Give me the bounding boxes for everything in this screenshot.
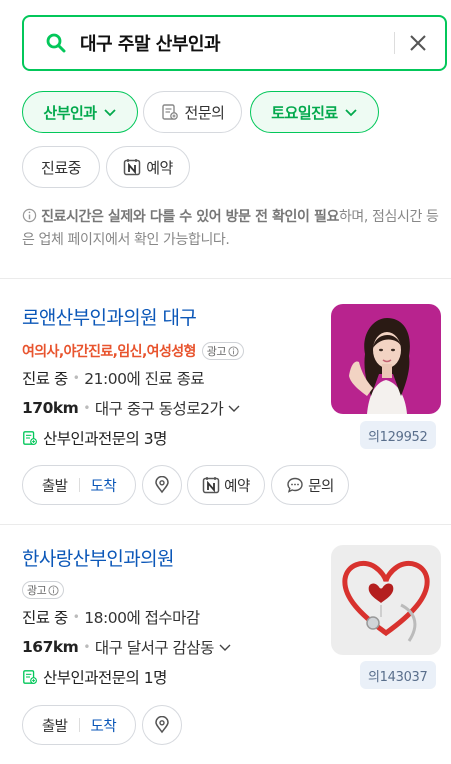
bullet: • [83, 640, 90, 654]
business-hours: 진료 중 • 21:00에 진료 종료 [22, 367, 205, 389]
filter-chip-label: 전문의 [184, 103, 225, 122]
info-icon [228, 345, 239, 357]
filter-chip-label: 토요일진료 [271, 103, 338, 122]
certificate-icon [23, 431, 37, 445]
close-icon[interactable] [409, 34, 427, 52]
hours-text: 18:00에 접수마감 [84, 609, 200, 627]
clinic-tags: 여의사,야간진료,임신,여성성형 광고 [22, 341, 245, 361]
inquiry-label: 문의 [308, 478, 334, 495]
ad-label: 광고 [27, 584, 47, 597]
specialist-count: 산부인과전문의 3명 [22, 427, 167, 449]
hours-text: 21:00에 진료 종료 [84, 370, 205, 388]
bullet: • [72, 371, 80, 385]
ad-badge[interactable]: 광고 [201, 342, 245, 360]
bullet: • [72, 610, 80, 624]
doctor-photo [331, 304, 441, 414]
map-pin-icon [155, 716, 169, 734]
chevron-down-icon [228, 405, 240, 412]
business-hours: 진료 중 • 18:00에 접수마감 [22, 606, 200, 628]
location-line[interactable]: 170km • 대구 중구 동성로2가 [22, 397, 241, 419]
naver-booking-icon [123, 159, 141, 176]
clinic-tag-text: 여의사,야간진료,임신,여성성형 [22, 344, 196, 360]
chevron-down-icon [219, 644, 231, 651]
ad-badge[interactable]: 광고 [22, 581, 65, 599]
certificate-icon [23, 670, 37, 684]
depart-button[interactable]: 출발 [42, 475, 68, 496]
bullet: • [83, 401, 90, 415]
search-box[interactable]: 대구 주말 산부인과 [22, 15, 447, 71]
chevron-down-icon [103, 109, 116, 117]
distance: 167km [22, 638, 79, 656]
address: 대구 중구 동성로2가 [94, 400, 224, 418]
inquiry-button[interactable]: 문의 [271, 465, 349, 505]
section-divider [0, 524, 451, 525]
search-input[interactable]: 대구 주말 산부인과 [80, 30, 394, 56]
button-divider [78, 478, 80, 492]
depart-button[interactable]: 출발 [42, 715, 68, 736]
filter-chip-department[interactable]: 산부인과 [22, 91, 138, 133]
search-divider [394, 32, 395, 54]
filter-chip-booking[interactable]: 예약 [106, 146, 190, 188]
arrive-button[interactable]: 도착 [91, 715, 117, 736]
notice-bold: 진료시간은 실제와 다를 수 있어 방문 전 확인이 필요 [41, 209, 339, 225]
filter-chip-saturday[interactable]: 토요일진료 [250, 91, 379, 133]
clinic-thumbnail[interactable] [331, 545, 441, 655]
map-pin-button[interactable] [142, 465, 182, 505]
naver-booking-icon [202, 477, 220, 494]
clinic-tags: 광고 [22, 581, 65, 599]
button-divider [78, 718, 80, 732]
filter-chip-label: 진료중 [41, 158, 81, 177]
search-icon [46, 33, 66, 53]
clinic-thumbnail[interactable] [331, 304, 441, 414]
hours-notice: 진료시간은 실제와 다를 수 있어 방문 전 확인이 필요하며, 점심시간 등은… [22, 206, 442, 252]
open-status: 진료 중 [22, 370, 68, 388]
booking-label: 예약 [224, 478, 250, 495]
specialist-text: 산부인과전문의 1명 [43, 669, 167, 687]
certificate-icon [161, 104, 178, 120]
chat-bubble-icon [287, 477, 303, 493]
clinic-name[interactable]: 한사랑산부인과의원 [22, 544, 175, 571]
booking-button[interactable]: 예약 [187, 465, 265, 505]
chevron-down-icon [345, 109, 357, 117]
address: 대구 달서구 감삼동 [94, 639, 214, 657]
info-icon [22, 208, 37, 223]
route-buttons[interactable]: 출발 도착 [22, 705, 136, 745]
clinic-name[interactable]: 로앤산부인과의원 대구 [22, 303, 197, 330]
review-id-badge[interactable]: 의129952 [360, 421, 436, 449]
stethoscope-heart-image [331, 545, 441, 655]
ad-label: 광고 [206, 345, 227, 358]
review-id-badge[interactable]: 의143037 [360, 661, 436, 689]
specialist-text: 산부인과전문의 3명 [43, 430, 167, 448]
filter-chip-label: 산부인과 [43, 103, 97, 122]
specialist-count: 산부인과전문의 1명 [22, 666, 167, 688]
distance: 170km [22, 399, 79, 417]
map-pin-icon [155, 476, 169, 494]
info-icon [48, 584, 59, 596]
map-pin-button[interactable] [142, 705, 182, 745]
route-buttons[interactable]: 출발 도착 [22, 465, 136, 505]
open-status: 진료 중 [22, 609, 68, 627]
filter-chip-specialist[interactable]: 전문의 [143, 91, 242, 133]
filter-chip-open-now[interactable]: 진료중 [22, 146, 100, 188]
location-line[interactable]: 167km • 대구 달서구 감삼동 [22, 636, 232, 658]
arrive-button[interactable]: 도착 [91, 475, 117, 496]
filter-chip-label: 예약 [146, 158, 173, 177]
section-divider [0, 278, 451, 279]
